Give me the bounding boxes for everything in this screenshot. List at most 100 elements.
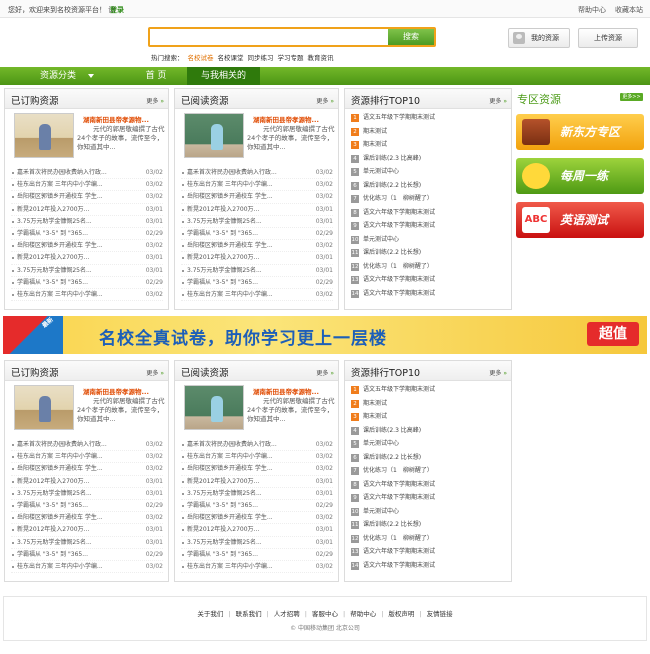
ranking-item[interactable]: 14 语文六年级下学期期末测试 — [351, 287, 506, 301]
list-item[interactable]: 桂东出台方案 三年内中小学编... 03/02 — [181, 179, 333, 192]
upload-button[interactable]: 上传资源 — [578, 28, 638, 48]
list-item[interactable]: 学霸福从 "3-5" 到 "365... 02/29 — [181, 500, 333, 513]
footer-link[interactable]: 关于我们 — [197, 610, 223, 618]
ranking-item[interactable]: 11 课后训练(2.2 比长想) — [351, 518, 506, 532]
login-link[interactable]: 登录 — [110, 5, 124, 15]
ranking-item[interactable]: 2 期末测试 — [351, 125, 506, 139]
featured-title[interactable]: 湖南新田县帝孝源物... — [83, 386, 149, 396]
list-item[interactable]: 桂东出台方案 三年内中小学编... 03/02 — [181, 289, 333, 302]
hot-term[interactable]: 教育资讯 — [308, 54, 334, 62]
list-item[interactable]: 岳阳楼区郭镇乡开通校车 学生... 03/02 — [181, 191, 333, 204]
list-item[interactable]: 岳阳楼区郭镇乡开通校车 学生... 03/02 — [181, 463, 333, 476]
more-link[interactable]: 更多 — [489, 96, 507, 105]
list-item[interactable]: 学霸福从 "3-5" 到 "365... 02/29 — [11, 500, 163, 513]
footer-link[interactable]: 版权声明 — [388, 610, 414, 618]
promo-weekly-practice[interactable]: 每周一练 — [516, 158, 644, 194]
list-item[interactable]: 新晃2012年投入2700万... 03/01 — [181, 476, 333, 488]
list-item[interactable]: 岳阳楼区郭镇乡开通校车 学生... 03/02 — [181, 512, 333, 525]
list-item[interactable]: 学霸福从 "3-5" 到 "365... 02/29 — [181, 228, 333, 241]
ranking-item[interactable]: 9 语文六年级下学期期末测试 — [351, 491, 506, 505]
ranking-item[interactable]: 8 语文六年级下学期期末测试 — [351, 206, 506, 220]
footer-link[interactable]: 联系我们 — [236, 610, 262, 618]
list-item[interactable]: 3.75万元助学金慷慨25名... 03/01 — [181, 488, 333, 500]
list-item[interactable]: 嘉禾首次将民办园收费纳入行政... 03/02 — [11, 167, 163, 180]
list-item[interactable]: 学霸福从 "3-5" 到 "365... 02/29 — [11, 549, 163, 561]
search-input[interactable] — [152, 30, 388, 44]
more-link[interactable]: 更多 — [489, 368, 507, 377]
ranking-item[interactable]: 12 优化练习（1 柳树醒了） — [351, 260, 506, 274]
special-more-link[interactable]: 更多>> — [620, 93, 643, 101]
ranking-item[interactable]: 13 语文六年级下学期期末测试 — [351, 273, 506, 287]
ranking-item[interactable]: 3 期末测试 — [351, 410, 506, 424]
help-center-link[interactable]: 帮助中心 — [578, 5, 606, 15]
more-link[interactable]: 更多 — [316, 96, 334, 105]
list-item[interactable]: 学霸福从 "3-5" 到 "365... 02/29 — [11, 228, 163, 241]
footer-link[interactable]: 人才招聘 — [274, 610, 300, 618]
ranking-item[interactable]: 12 优化练习（1 柳树醒了） — [351, 532, 506, 546]
list-item[interactable]: 3.75万元助学金慷慨25名... 03/01 — [11, 488, 163, 500]
promo-english-test[interactable]: ABC 英语测试 — [516, 202, 644, 238]
list-item[interactable]: 新晃2012年投入2700万... 03/01 — [11, 204, 163, 216]
list-item[interactable]: 嘉禾首次将民办园收费纳入行政... 03/02 — [181, 167, 333, 180]
ranking-item[interactable]: 6 课后训练(2.2 比长想) — [351, 451, 506, 465]
footer-link[interactable]: 帮助中心 — [350, 610, 376, 618]
featured-title[interactable]: 湖南新田县帝孝源物... — [83, 114, 149, 124]
list-item[interactable]: 3.75万元助学金慷慨25名... 03/01 — [181, 216, 333, 228]
ranking-item[interactable]: 5 单元测试中心 — [351, 165, 506, 179]
ranking-item[interactable]: 10 单元测试中心 — [351, 233, 506, 247]
ranking-item[interactable]: 11 课后训练(2.2 比长想) — [351, 246, 506, 260]
ranking-item[interactable]: 1 语文五年级下学期期末测试 — [351, 111, 506, 125]
promo-new-oriental[interactable]: 新东方专区 — [516, 114, 644, 150]
featured-item[interactable]: 湖南新田县帝孝源物... 元代的郭居敬编撰了古代24个孝子的故事，流传至今，你知… — [11, 113, 166, 161]
featured-item[interactable]: 湖南新田县帝孝源物... 元代的郭居敬编撰了古代24个孝子的故事，流传至今，你知… — [11, 385, 166, 433]
search-button[interactable]: 搜索 — [388, 29, 434, 45]
list-item[interactable]: 3.75万元助学金慷慨25名... 03/01 — [181, 537, 333, 549]
list-item[interactable]: 新晃2012年投入2700万... 03/01 — [181, 204, 333, 216]
more-link[interactable]: 更多 — [146, 368, 164, 377]
ranking-item[interactable]: 7 优化练习（1 柳树醒了） — [351, 192, 506, 206]
list-item[interactable]: 岳阳楼区郭镇乡开通校车 学生... 03/02 — [11, 512, 163, 525]
list-item[interactable]: 桂东出台方案 三年内中小学编... 03/02 — [181, 451, 333, 464]
ranking-item[interactable]: 9 语文六年级下学期期末测试 — [351, 219, 506, 233]
footer-link[interactable]: 友情链接 — [427, 610, 453, 618]
list-item[interactable]: 3.75万元助学金慷慨25名... 03/01 — [11, 216, 163, 228]
list-item[interactable]: 桂东出台方案 三年内中小学编... 03/02 — [11, 561, 163, 574]
ranking-item[interactable]: 14 语文六年级下学期期末测试 — [351, 559, 506, 573]
list-item[interactable]: 3.75万元助学金慷慨25名... 03/01 — [11, 537, 163, 549]
list-item[interactable]: 桂东出台方案 三年内中小学编... 03/02 — [11, 289, 163, 302]
list-item[interactable]: 桂东出台方案 三年内中小学编... 03/02 — [181, 561, 333, 574]
favorite-link[interactable]: 收藏本站 — [615, 5, 643, 15]
list-item[interactable]: 岳阳楼区郭镇乡开通校车 学生... 03/02 — [11, 463, 163, 476]
ranking-item[interactable]: 5 单元测试中心 — [351, 437, 506, 451]
list-item[interactable]: 学霸福从 "3-5" 到 "365... 02/29 — [181, 549, 333, 561]
list-item[interactable]: 学霸福从 "3-5" 到 "365... 02/29 — [181, 277, 333, 289]
list-item[interactable]: 岳阳楼区郭镇乡开通校车 学生... 03/02 — [11, 191, 163, 204]
ranking-item[interactable]: 13 语文六年级下学期期末测试 — [351, 545, 506, 559]
list-item[interactable]: 嘉禾首次将民办园收费纳入行政... 03/02 — [181, 439, 333, 452]
promo-banner[interactable]: 最新 名校全真试卷，助你学习更上一层楼 超值 — [3, 316, 647, 354]
list-item[interactable]: 学霸福从 "3-5" 到 "365... 02/29 — [11, 277, 163, 289]
ranking-item[interactable]: 10 单元测试中心 — [351, 505, 506, 519]
footer-link[interactable]: 客服中心 — [312, 610, 338, 618]
list-item[interactable]: 岳阳楼区郭镇乡开通校车 学生... 03/02 — [181, 240, 333, 253]
more-link[interactable]: 更多 — [316, 368, 334, 377]
list-item[interactable]: 新晃2012年投入2700万... 03/01 — [11, 476, 163, 488]
hot-term[interactable]: 名校课堂 — [218, 54, 244, 62]
category-menu[interactable]: 资源分类 — [0, 67, 123, 85]
my-resources-button[interactable]: 我的资源 — [508, 28, 570, 48]
ranking-item[interactable]: 7 优化练习（1 柳树醒了） — [351, 464, 506, 478]
ranking-item[interactable]: 4 课后训练(2.3 比高峰) — [351, 424, 506, 438]
ranking-item[interactable]: 6 课后训练(2.2 比长想) — [351, 179, 506, 193]
hot-term[interactable]: 名校试卷 — [188, 54, 214, 62]
list-item[interactable]: 新晃2012年投入2700万... 03/01 — [11, 252, 163, 265]
list-item[interactable]: 桂东出台方案 三年内中小学编... 03/02 — [11, 179, 163, 192]
ranking-item[interactable]: 2 期末测试 — [351, 397, 506, 411]
featured-title[interactable]: 湖南新田县帝孝源物... — [253, 386, 319, 396]
list-item[interactable]: 嘉禾首次将民办园收费纳入行政... 03/02 — [11, 439, 163, 452]
ranking-item[interactable]: 3 期末测试 — [351, 138, 506, 152]
ranking-item[interactable]: 1 语文五年级下学期期末测试 — [351, 383, 506, 397]
featured-item[interactable]: 湖南新田县帝孝源物... 元代的郭居敬编撰了古代24个孝子的故事，流传至今，你知… — [181, 385, 336, 433]
list-item[interactable]: 3.75万元助学金慷慨25名... 03/01 — [11, 265, 163, 277]
ranking-item[interactable]: 4 课后训练(2.3 比高峰) — [351, 152, 506, 166]
list-item[interactable]: 桂东出台方案 三年内中小学编... 03/02 — [11, 451, 163, 464]
